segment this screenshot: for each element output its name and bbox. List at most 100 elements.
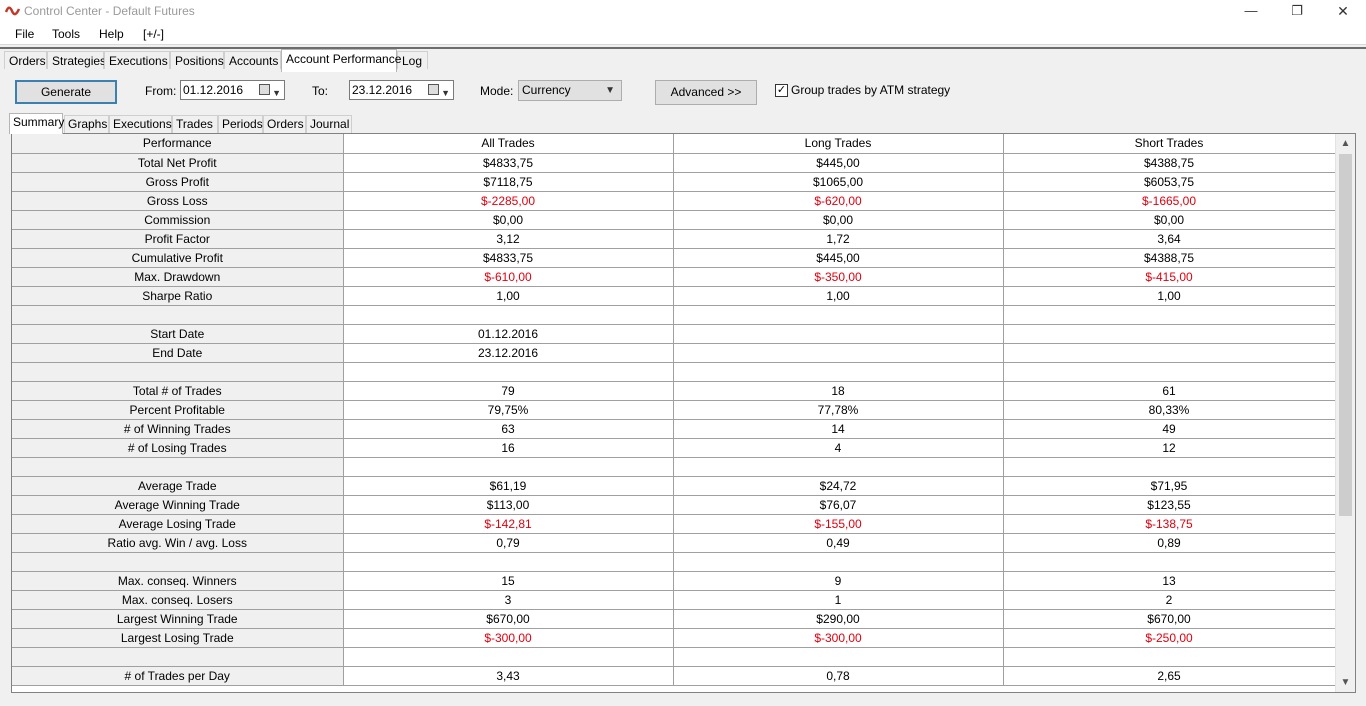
menu-tools[interactable]: Tools <box>52 27 80 41</box>
short-trades-cell: 0,89 <box>1003 533 1336 553</box>
table-row[interactable]: Gross Loss $-2285,00 $-620,00 $-1665,00 <box>12 191 1336 211</box>
maximize-button[interactable]: ❐ <box>1274 0 1320 23</box>
tab-graphs[interactable]: Graphs <box>64 115 109 134</box>
table-row[interactable]: Gross Profit $7118,75 $1065,00 $6053,75 <box>12 172 1336 192</box>
column-header-all-trades[interactable]: All Trades <box>343 134 674 154</box>
table-row[interactable]: Total # of Trades 79 18 61 <box>12 381 1336 401</box>
long-trades-cell: 4 <box>673 438 1004 458</box>
chevron-down-icon[interactable]: ▼ <box>441 84 450 102</box>
long-trades-cell: 77,78% <box>673 400 1004 420</box>
row-label-cell: Average Trade <box>12 476 344 496</box>
table-row[interactable]: Max. conseq. Winners 15 9 13 <box>12 571 1336 591</box>
menu-help[interactable]: Help <box>99 27 124 41</box>
tab-journal[interactable]: Journal <box>306 115 352 134</box>
row-label-cell: Gross Loss <box>12 191 344 211</box>
table-row[interactable]: Cumulative Profit $4833,75 $445,00 $4388,75 <box>12 248 1336 268</box>
short-trades-cell <box>1003 362 1336 382</box>
table-row[interactable]: Max. Drawdown $-610,00 $-350,00 $-415,00 <box>12 267 1336 287</box>
tab-account-performance[interactable]: Account Performance <box>281 49 401 72</box>
short-trades-cell: 61 <box>1003 381 1336 401</box>
tab-periods[interactable]: Periods <box>218 115 263 134</box>
table-row[interactable]: End Date 23.12.2016 <box>12 343 1336 363</box>
group-atm-checkbox[interactable]: ✓ <box>775 84 788 97</box>
all-trades-cell: $4833,75 <box>343 248 674 268</box>
long-trades-cell <box>673 552 1004 572</box>
long-trades-cell: 0,78 <box>673 666 1004 686</box>
calendar-icon[interactable] <box>259 84 270 95</box>
column-header-short-trades[interactable]: Short Trades <box>1003 134 1336 154</box>
table-row[interactable]: Percent Profitable 79,75% 77,78% 80,33% <box>12 400 1336 420</box>
table-row[interactable] <box>12 552 1336 572</box>
all-trades-cell: $-2285,00 <box>343 191 674 211</box>
tab-sub-orders[interactable]: Orders <box>263 115 306 134</box>
mode-select[interactable]: Currency ▼ <box>518 80 622 101</box>
vertical-scrollbar[interactable]: ▲ ▼ <box>1335 134 1355 692</box>
column-header-performance[interactable]: Performance <box>12 134 344 154</box>
table-row[interactable]: Average Losing Trade $-142,81 $-155,00 $-13… <box>12 514 1336 534</box>
long-trades-cell: $1065,00 <box>673 172 1004 192</box>
row-label-cell: Total # of Trades <box>12 381 344 401</box>
table-row[interactable] <box>12 305 1336 325</box>
tab-orders[interactable]: Orders <box>4 51 47 71</box>
tab-positions[interactable]: Positions <box>170 51 224 71</box>
row-label-cell: Max. conseq. Winners <box>12 571 344 591</box>
table-row[interactable]: Largest Winning Trade $670,00 $290,00 $670,… <box>12 609 1336 629</box>
from-date-picker[interactable]: 01.12.2016 ▼ <box>180 80 285 100</box>
table-row[interactable]: Largest Losing Trade $-300,00 $-300,00 $-25… <box>12 628 1336 648</box>
long-trades-cell: $24,72 <box>673 476 1004 496</box>
long-trades-cell: $-350,00 <box>673 267 1004 287</box>
scroll-thumb[interactable] <box>1339 154 1352 516</box>
tab-summary[interactable]: Summary <box>9 113 64 134</box>
tab-sub-executions[interactable]: Executions <box>109 115 172 134</box>
short-trades-cell: $-1665,00 <box>1003 191 1336 211</box>
generate-button[interactable]: Generate <box>15 80 117 104</box>
short-trades-cell: 1,00 <box>1003 286 1336 306</box>
title-bar: Control Center - Default Futures — ❐ ✕ <box>0 0 1366 23</box>
table-row[interactable]: Sharpe Ratio 1,00 1,00 1,00 <box>12 286 1336 306</box>
tab-executions[interactable]: Executions <box>104 51 170 71</box>
table-row[interactable]: Total Net Profit $4833,75 $445,00 $4388,75 <box>12 153 1336 173</box>
tab-accounts[interactable]: Accounts <box>224 51 281 71</box>
tab-strategies[interactable]: Strategies <box>47 51 106 71</box>
row-label-cell: Largest Winning Trade <box>12 609 344 629</box>
to-date-picker[interactable]: 23.12.2016 ▼ <box>349 80 454 100</box>
table-row[interactable]: Start Date 01.12.2016 <box>12 324 1336 344</box>
advanced-button[interactable]: Advanced >> <box>655 80 757 105</box>
short-trades-cell: 2,65 <box>1003 666 1336 686</box>
tab-trades[interactable]: Trades <box>172 115 218 134</box>
table-row[interactable] <box>12 457 1336 477</box>
short-trades-cell <box>1003 552 1336 572</box>
performance-table: Performance All Trades Long Trades Short… <box>12 134 1336 686</box>
minimize-button[interactable]: — <box>1228 0 1274 23</box>
table-row[interactable]: Commission $0,00 $0,00 $0,00 <box>12 210 1336 230</box>
table-row[interactable]: Profit Factor 3,12 1,72 3,64 <box>12 229 1336 249</box>
table-row[interactable]: Average Trade $61,19 $24,72 $71,95 <box>12 476 1336 496</box>
calendar-icon[interactable] <box>428 84 439 95</box>
long-trades-cell: $445,00 <box>673 248 1004 268</box>
all-trades-cell: 23.12.2016 <box>343 343 674 363</box>
menu-expand[interactable]: [+/-] <box>143 27 164 41</box>
table-row[interactable] <box>12 647 1336 667</box>
row-label-cell <box>12 647 344 667</box>
column-header-long-trades[interactable]: Long Trades <box>673 134 1004 154</box>
long-trades-cell: 1,72 <box>673 229 1004 249</box>
close-button[interactable]: ✕ <box>1320 0 1366 23</box>
short-trades-cell <box>1003 457 1336 477</box>
table-row[interactable]: # of Trades per Day 3,43 0,78 2,65 <box>12 666 1336 686</box>
performance-grid: Performance All Trades Long Trades Short… <box>11 133 1356 693</box>
table-row[interactable]: # of Losing Trades 16 4 12 <box>12 438 1336 458</box>
table-row[interactable]: Average Winning Trade $113,00 $76,07 $123,5… <box>12 495 1336 515</box>
all-trades-cell <box>343 552 674 572</box>
scroll-up-icon[interactable]: ▲ <box>1336 135 1355 152</box>
table-row[interactable] <box>12 362 1336 382</box>
mode-value: Currency <box>522 83 571 97</box>
chevron-down-icon[interactable]: ▼ <box>272 84 281 102</box>
table-row[interactable]: # of Winning Trades 63 14 49 <box>12 419 1336 439</box>
menu-file[interactable]: File <box>15 27 34 41</box>
main-tab-strip: Orders Strategies Executions Positions A… <box>0 47 1366 72</box>
table-row[interactable]: Ratio avg. Win / avg. Loss 0,79 0,49 0,89 <box>12 533 1336 553</box>
all-trades-cell <box>343 362 674 382</box>
scroll-down-icon[interactable]: ▼ <box>1336 674 1355 691</box>
tab-log[interactable]: Log <box>397 51 428 71</box>
table-row[interactable]: Max. conseq. Losers 3 1 2 <box>12 590 1336 610</box>
